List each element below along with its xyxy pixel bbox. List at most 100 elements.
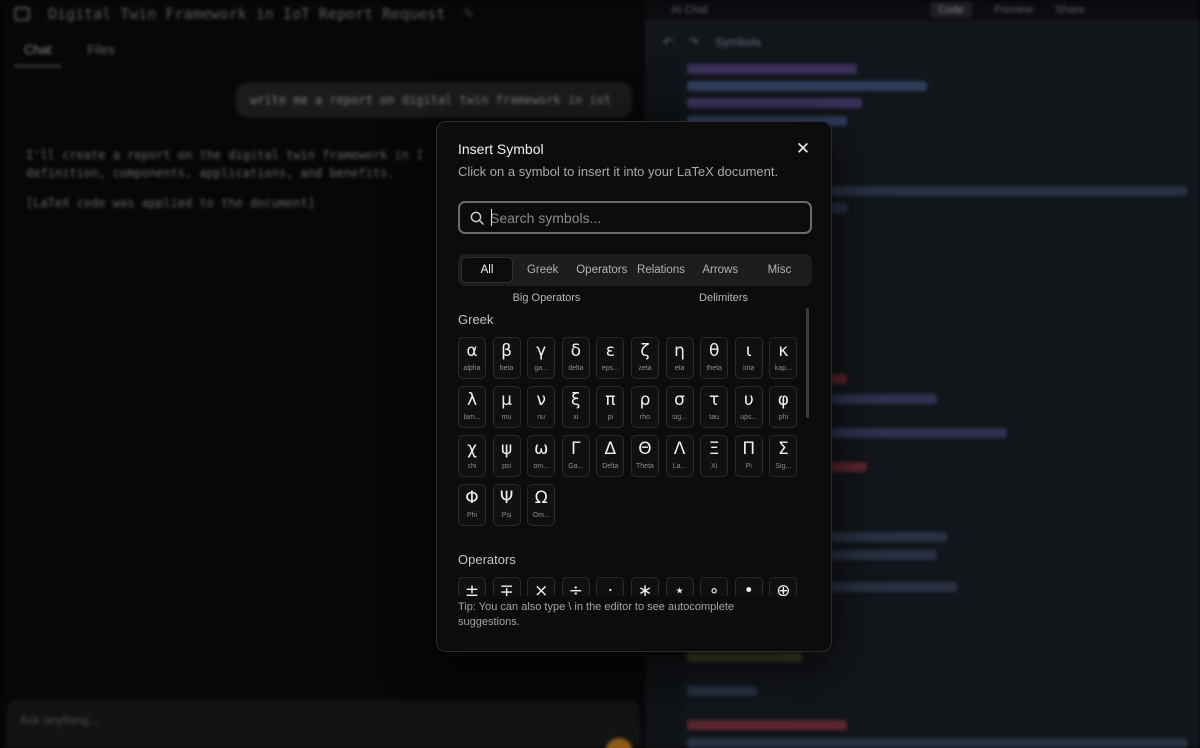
symbol-grid: α alpha β beta γ ga... δ delta ε eps... ζ zeta η eta θ…	[458, 337, 808, 526]
symbol-name: Delta	[602, 463, 619, 470]
symbol-name: alpha	[463, 365, 481, 372]
symbol-glyph: τ	[709, 390, 720, 410]
symbol-name: sig...	[672, 414, 687, 421]
symbol-glyph: ∗	[637, 581, 653, 596]
symbol-button[interactable]: λ lam...	[458, 386, 486, 428]
symbol-glyph: Ω	[534, 488, 548, 508]
symbol-list[interactable]: Greek α alpha β beta γ ga... δ delta ε eps... ζ zeta…	[458, 306, 808, 596]
symbol-name: theta	[706, 365, 722, 372]
symbol-glyph: κ	[778, 341, 789, 361]
symbol-name: Theta	[636, 463, 654, 470]
symbol-glyph: ε	[605, 341, 615, 361]
symbol-name: xi	[573, 414, 579, 421]
symbol-button[interactable]: τ tau	[700, 386, 729, 428]
symbol-button[interactable]: μ mu	[492, 386, 521, 428]
symbol-name: iota	[743, 365, 755, 372]
symbol-button[interactable]: δ delta	[561, 337, 590, 379]
symbol-glyph: ±	[464, 581, 480, 596]
symbol-button[interactable]: ∘circ	[700, 577, 729, 596]
symbol-name: La...	[672, 463, 687, 470]
tab-operators[interactable]: Operators	[572, 257, 631, 283]
symbol-button[interactable]: κ kap...	[769, 337, 798, 379]
symbol-name: ga...	[534, 365, 548, 372]
symbol-button[interactable]: χ chi	[458, 435, 486, 477]
symbol-button[interactable]: γ ga...	[527, 337, 556, 379]
close-icon[interactable]: ✕	[793, 139, 813, 159]
search-input[interactable]	[490, 207, 806, 229]
symbol-glyph: Λ	[673, 439, 686, 459]
symbol-button[interactable]: Θ Theta	[630, 435, 659, 477]
symbol-glyph: ·	[607, 581, 614, 596]
symbol-button[interactable]: σ sig...	[665, 386, 694, 428]
tab-arrows[interactable]: Arrows	[691, 257, 750, 283]
symbol-button[interactable]: ι iota	[734, 337, 763, 379]
symbol-glyph: Γ	[571, 439, 581, 459]
symbol-button[interactable]: ξ xi	[561, 386, 590, 428]
symbol-glyph: φ	[777, 390, 789, 410]
tab-all[interactable]: All	[461, 257, 513, 283]
symbol-button[interactable]: θ theta	[700, 337, 729, 379]
tab-big-operators[interactable]: Big Operators	[458, 292, 635, 304]
symbol-button[interactable]: ⊕oplus	[769, 577, 798, 596]
symbol-button[interactable]: α alpha	[458, 337, 486, 379]
symbol-button[interactable]: Ψ Psi	[492, 484, 521, 526]
symbol-button[interactable]: ε eps...	[596, 337, 625, 379]
symbol-glyph: δ	[570, 341, 581, 361]
symbol-button[interactable]: Λ La...	[665, 435, 694, 477]
symbol-button[interactable]: ×times	[527, 577, 556, 596]
symbol-glyph: ÷	[568, 581, 583, 596]
tab-delimiters[interactable]: Delimiters	[635, 292, 812, 304]
symbol-glyph: ν	[536, 390, 546, 410]
symbol-button[interactable]: Ξ Xi	[700, 435, 729, 477]
symbol-button[interactable]: β beta	[492, 337, 521, 379]
symbol-button[interactable]: φ phi	[769, 386, 798, 428]
symbol-glyph: α	[466, 341, 478, 361]
symbol-button[interactable]: ⋆star	[665, 577, 694, 596]
tab-greek[interactable]: Greek	[513, 257, 572, 283]
symbol-button[interactable]: Δ Delta	[596, 435, 625, 477]
symbol-glyph: μ	[501, 390, 512, 410]
symbol-button[interactable]: Γ Ga...	[561, 435, 590, 477]
symbol-button[interactable]: Π Pi	[734, 435, 763, 477]
symbol-button[interactable]: η eta	[665, 337, 694, 379]
tab-relations[interactable]: Relations	[631, 257, 690, 283]
symbol-name: beta	[499, 365, 514, 372]
symbol-button[interactable]: •bullet	[734, 577, 763, 596]
symbol-button[interactable]: ν nu	[527, 386, 556, 428]
tip-text: Tip: You can also type \ in the editor t…	[458, 601, 734, 628]
symbol-glyph: Σ	[777, 439, 789, 459]
symbol-button[interactable]: ·cdot	[596, 577, 625, 596]
symbol-button[interactable]: ±pm	[458, 577, 486, 596]
symbol-button[interactable]: Σ Sig...	[769, 435, 798, 477]
symbol-button[interactable]: π pi	[596, 386, 625, 428]
symbol-name: Xi	[711, 463, 718, 470]
symbol-name: om...	[533, 463, 549, 470]
symbol-name: Pi	[745, 463, 752, 470]
symbol-name: phi	[778, 414, 789, 421]
tab-misc[interactable]: Misc	[750, 257, 809, 283]
symbol-glyph: Ξ	[708, 439, 720, 459]
insert-symbol-dialog: Insert Symbol Click on a symbol to inser…	[436, 121, 832, 652]
symbol-name: mu	[501, 414, 512, 421]
symbol-glyph: Φ	[465, 488, 479, 508]
symbol-button[interactable]: ζ zeta	[630, 337, 659, 379]
symbol-button[interactable]: Ω Om...	[527, 484, 556, 526]
symbol-button[interactable]: ψ psi	[492, 435, 521, 477]
symbol-button[interactable]: Φ Phi	[458, 484, 486, 526]
symbol-glyph: ×	[534, 581, 549, 596]
dialog-title: Insert Symbol	[458, 141, 544, 157]
symbol-button[interactable]: ÷div	[561, 577, 590, 596]
symbol-name: Psi	[501, 512, 512, 519]
symbol-name: eta	[674, 365, 685, 372]
symbol-list-scrollbar[interactable]	[806, 308, 809, 418]
symbol-button[interactable]: ω om...	[527, 435, 556, 477]
symbol-glyph: ρ	[639, 390, 651, 410]
symbol-name: Ga...	[568, 463, 584, 470]
symbol-button[interactable]: ∗ast	[630, 577, 659, 596]
symbol-glyph: Ψ	[499, 488, 514, 508]
symbol-button[interactable]: ρ rho	[630, 386, 659, 428]
symbol-glyph: β	[501, 341, 513, 361]
symbol-glyph: ω	[534, 439, 549, 459]
symbol-button[interactable]: υ ups...	[734, 386, 763, 428]
symbol-button[interactable]: ∓mp	[492, 577, 521, 596]
